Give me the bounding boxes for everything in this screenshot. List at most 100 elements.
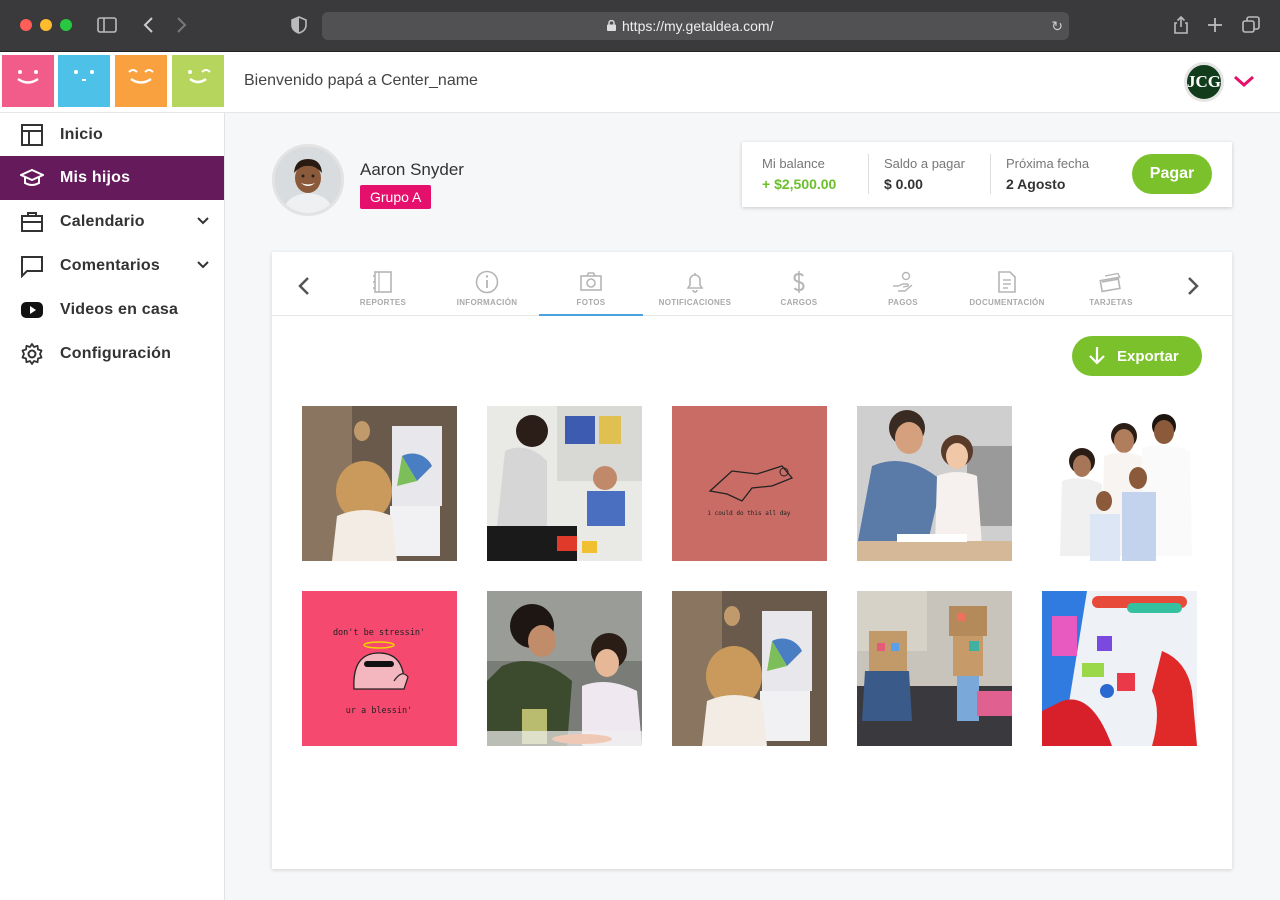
sidebar-item-label: Mis hijos [60,169,131,186]
tab-label: TARJETAS [1089,298,1133,307]
child-detail-panel: REPORTES INFORMACIÓN FOTOS NOTIFICACIONE… [272,252,1232,869]
balance-card: Mi balance + $2,500.00 Saldo a pagar $ 0… [742,142,1232,207]
photo-thumbnail[interactable] [302,406,457,561]
next-date-value: 2 Agosto [1006,176,1066,192]
share-icon[interactable] [1170,14,1192,36]
card-icon [1099,272,1121,293]
sketch-caption: i could do this all day [707,510,790,517]
back-icon[interactable] [138,14,160,36]
logo-tile-orange [115,55,167,107]
balance-column: Mi balance + $2,500.00 [762,156,836,192]
sidebar-item-label: Configuración [60,345,172,362]
chat-bubble-icon [20,254,44,278]
tab-label: PAGOS [888,298,918,307]
url-text: https://my.getaldea.com/ [622,18,774,34]
youtube-icon [20,298,44,322]
tab-label: NOTIFICACIONES [658,298,732,307]
sticker-top-text: don't be stressin' [333,628,425,638]
camera-icon [580,272,602,291]
tab-reportes[interactable]: REPORTES [331,252,435,316]
photo-thumbnail[interactable] [487,591,642,746]
tab-label: REPORTES [359,298,407,307]
group-badge: Grupo A [360,185,432,209]
tab-pagos[interactable]: PAGOS [851,252,955,316]
chevron-down-icon[interactable] [1232,72,1256,90]
layout-icon [20,123,44,147]
tab-label: CARGOS [780,298,818,307]
dollar-icon [793,271,805,293]
photo-thumbnail[interactable] [487,406,642,561]
tab-notificaciones[interactable]: NOTIFICACIONES [643,252,747,316]
tab-cargos[interactable]: CARGOS [747,252,851,316]
sidebar-toggle-icon[interactable] [96,14,118,36]
tab-overview-icon[interactable] [1240,14,1262,36]
logo-tile-blue [58,55,110,107]
tab-tarjetas[interactable]: TARJETAS [1059,252,1163,316]
sticker-bottom-text: ur a blessin' [346,706,413,716]
pay-button[interactable]: Pagar [1132,154,1212,194]
maximize-window-button[interactable] [60,19,72,31]
chevron-down-icon[interactable] [196,214,210,228]
browser-toolbar: https://my.getaldea.com/ ↻ [0,0,1280,52]
chevron-down-icon[interactable] [196,258,210,272]
document-icon [998,271,1016,293]
tab-label: INFORMACIÓN [456,298,518,307]
photo-thumbnail[interactable]: don't be stressin' ur a blessin' [302,591,457,746]
sidebar-item-calendario[interactable]: Calendario [0,200,224,244]
sidebar-item-inicio[interactable]: Inicio [0,113,224,157]
tab-label: DOCUMENTACIÓN [969,298,1045,307]
photo-thumbnail[interactable]: i could do this all day [672,406,827,561]
sidebar-item-videos-en-casa[interactable]: Videos en casa [0,288,224,332]
tab-documentacion[interactable]: DOCUMENTACIÓN [955,252,1059,316]
download-icon [1089,347,1105,365]
sidebar-item-label: Calendario [60,213,145,230]
tab-label: FOTOS [576,298,606,307]
sidebar-item-configuracion[interactable]: Configuración [0,332,224,376]
bell-icon [686,273,704,293]
forward-icon[interactable] [170,14,192,36]
photo-thumbnail[interactable] [857,591,1012,746]
due-value: $ 0.00 [884,176,923,192]
lock-icon [607,20,616,31]
sidebar-item-label: Videos en casa [60,301,179,318]
sidebar-item-comentarios[interactable]: Comentarios [0,244,224,288]
minimize-window-button[interactable] [40,19,52,31]
hand-coin-icon [893,271,913,292]
balance-value: + $2,500.00 [762,176,837,192]
photo-thumbnail[interactable] [1042,406,1197,561]
export-label: Exportar [1117,348,1179,365]
sidebar-item-mis-hijos[interactable]: Mis hijos [0,156,224,200]
next-date-label: Próxima fecha [1006,156,1090,171]
photo-thumbnail[interactable] [857,406,1012,561]
welcome-message: Bienvenido papá a Center_name [244,72,478,89]
tab-informacion[interactable]: INFORMACIÓN [435,252,539,316]
due-label: Saldo a pagar [884,156,965,171]
app-header: Bienvenido papá a Center_name JCG [0,52,1280,113]
shield-icon[interactable] [288,14,310,36]
logo-tile-green [172,55,224,107]
gear-icon [20,342,44,366]
user-avatar[interactable]: JCG [1184,62,1224,102]
new-tab-icon[interactable] [1204,14,1226,36]
notebook-icon [373,271,392,293]
photo-thumbnail[interactable] [1042,591,1197,746]
photo-thumbnail[interactable] [672,591,827,746]
divider [990,154,991,194]
chevron-right-icon[interactable] [1185,276,1201,296]
address-bar[interactable]: https://my.getaldea.com/ ↻ [322,12,1069,40]
tab-bar: REPORTES INFORMACIÓN FOTOS NOTIFICACIONE… [272,252,1232,316]
briefcase-icon [20,210,44,234]
balance-label: Mi balance [762,156,825,171]
child-name: Aaron Snyder [360,160,464,179]
sidebar-item-label: Comentarios [60,257,160,274]
close-window-button[interactable] [20,19,32,31]
tab-fotos[interactable]: FOTOS [539,252,643,316]
info-icon [475,270,499,294]
logo-tile-pink [2,55,54,107]
sidebar-item-label: Inicio [60,126,103,143]
child-avatar [272,144,344,216]
graduation-cap-icon [20,166,44,190]
reload-icon[interactable]: ↻ [1051,12,1063,40]
chevron-left-icon[interactable] [296,276,312,296]
export-button[interactable]: Exportar [1072,336,1202,376]
